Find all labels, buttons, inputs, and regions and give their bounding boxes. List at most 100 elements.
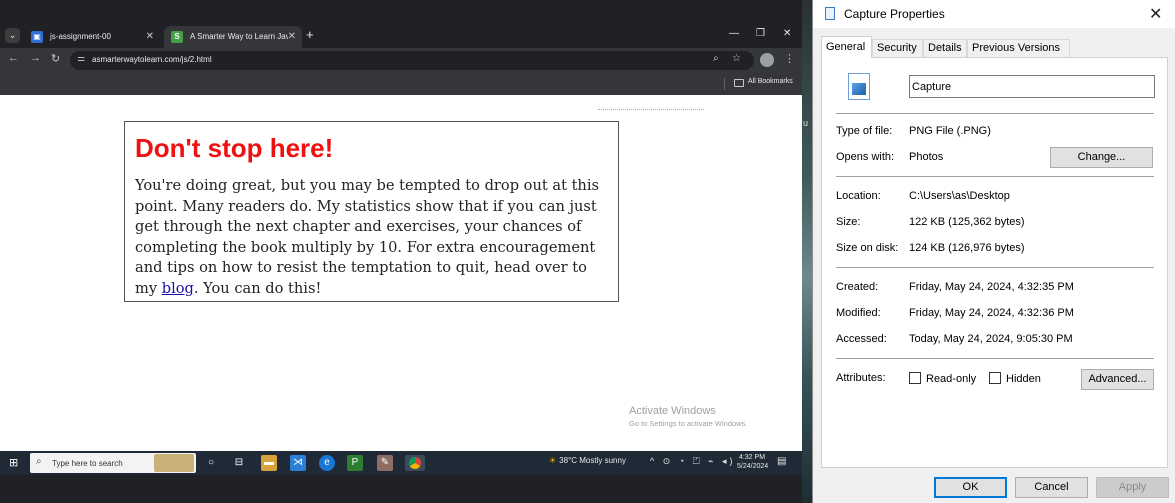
app-icon[interactable]: P <box>347 455 363 471</box>
size-on-disk-value: 124 KB (126,976 bytes) <box>909 242 1025 254</box>
read-only-checkbox[interactable] <box>909 372 921 384</box>
paint-app-icon[interactable]: ✎ <box>377 455 393 471</box>
tab-js-assignment[interactable]: ▣ js-assignment-00 ✕ <box>24 26 160 48</box>
divider <box>836 267 1154 268</box>
watermark-subtitle: Go to Settings to activate Windows. <box>629 419 748 428</box>
desktop-edge-text: u <box>803 118 809 128</box>
close-window-icon[interactable]: ✕ <box>783 28 791 39</box>
type-value: PNG File (.PNG) <box>909 125 991 137</box>
body-text-end: . You can do this! <box>193 279 322 297</box>
browser-window: ⌄ ▣ js-assignment-00 ✕ S A Smarter Way t… <box>0 0 802 503</box>
tab-smarter-way[interactable]: S A Smarter Way to Learn JavaScript ✕ <box>164 26 302 48</box>
cancel-button[interactable]: Cancel <box>1015 477 1088 498</box>
activate-windows-watermark: Activate Windows Go to Settings to activ… <box>629 405 747 428</box>
location-label: Location: <box>836 190 881 202</box>
restore-icon[interactable]: ❐ <box>756 28 765 39</box>
image-thumbnail <box>852 83 866 95</box>
tab-favicon-icon: S <box>171 31 183 43</box>
accessed-value: Today, May 24, 2024, 9:05:30 PM <box>909 333 1073 345</box>
clock-date: 5/24/2024 <box>737 463 769 470</box>
blog-link[interactable]: blog <box>162 280 194 297</box>
tab-previous-versions[interactable]: Previous Versions <box>967 39 1070 57</box>
taskbar-search-box[interactable]: ⌕ Type here to search <box>30 453 196 473</box>
location-value: C:\Users\as\Desktop <box>909 190 1010 202</box>
divider <box>836 358 1154 359</box>
notification-icon[interactable]: ▤ <box>777 456 786 467</box>
minimize-icon[interactable]: — <box>729 28 739 39</box>
ok-button[interactable]: OK <box>934 477 1007 498</box>
watermark-title: Activate Windows <box>629 405 716 417</box>
vscode-icon[interactable]: ⋊ <box>290 455 306 471</box>
file-name-input[interactable] <box>909 75 1155 98</box>
task-view-icon[interactable]: ⊟ <box>231 455 247 471</box>
opens-with-value: Photos <box>909 151 944 163</box>
web-page: Don't stop here! You're doing great, but… <box>0 95 802 451</box>
folder-icon <box>734 79 744 87</box>
change-button[interactable]: Change... <box>1050 147 1153 168</box>
tab-label: js-assignment-00 <box>50 32 111 41</box>
body-text: You're doing great, but you may be tempt… <box>135 176 608 300</box>
page-heading: Don't stop here! <box>135 133 334 163</box>
chrome-icon[interactable] <box>405 455 425 471</box>
system-tray-icons[interactable]: ^ ⊙ ◔ ⏍ ⌁ ◂) <box>650 456 736 467</box>
site-info-icon[interactable]: ⚌ <box>77 53 85 64</box>
tab-close-icon[interactable]: ✕ <box>288 26 296 48</box>
divider <box>598 109 704 110</box>
profile-avatar[interactable] <box>760 53 774 67</box>
type-label: Type of file: <box>836 125 893 137</box>
advanced-button[interactable]: Advanced... <box>1081 369 1154 390</box>
new-tab-plus-icon[interactable]: + <box>306 27 314 42</box>
address-bar: ← → ↻ ⚌ asmarterwaytolearn.com/js/2.html… <box>0 48 802 74</box>
properties-dialog: Capture Properties ✕ General Security De… <box>812 0 1175 503</box>
tab-security[interactable]: Security <box>872 39 923 57</box>
accessed-label: Accessed: <box>836 333 887 345</box>
modified-label: Modified: <box>836 307 881 319</box>
search-highlight-image <box>154 454 194 472</box>
created-label: Created: <box>836 281 879 293</box>
search-placeholder: Type here to search <box>52 459 123 468</box>
read-only-label: Read-only <box>926 373 977 385</box>
weather-text: 38°C Mostly sunny <box>559 456 626 465</box>
size-value: 122 KB (125,362 bytes) <box>909 216 1025 228</box>
tab-close-icon[interactable]: ✕ <box>146 26 154 48</box>
tab-general[interactable]: General <box>821 36 872 58</box>
reload-icon[interactable]: ↻ <box>51 52 60 65</box>
bookmarks-bar: All Bookmarks <box>0 74 802 95</box>
bookmark-star-icon[interactable]: ☆ <box>732 53 741 64</box>
all-bookmarks-link[interactable]: All Bookmarks <box>748 78 793 85</box>
size-label: Size: <box>836 216 861 228</box>
size-on-disk-label: Size on disk: <box>836 242 899 254</box>
divider <box>836 113 1154 114</box>
sun-icon: ☀ <box>549 456 557 465</box>
windows-start-icon[interactable]: ⊞ <box>9 457 21 469</box>
hidden-checkbox[interactable] <box>989 372 1001 384</box>
url-text[interactable]: asmarterwaytolearn.com/js/2.html <box>92 55 212 64</box>
menu-kebab-icon[interactable]: ⋮ <box>784 52 795 65</box>
hidden-label: Hidden <box>1006 373 1041 385</box>
created-value: Friday, May 24, 2024, 4:32:35 PM <box>909 281 1074 293</box>
search-icon: ⌕ <box>36 456 42 467</box>
weather-widget[interactable]: ☀ 38°C Mostly sunny <box>549 456 626 465</box>
tab-details[interactable]: Details <box>923 39 967 57</box>
clock-time: 4:32 PM <box>738 454 766 461</box>
general-panel: Type of file: PNG File (.PNG) Opens with… <box>821 57 1168 468</box>
edge-browser-icon[interactable]: e <box>319 455 335 471</box>
tab-favicon-icon: ▣ <box>31 31 43 43</box>
modified-value: Friday, May 24, 2024, 4:32:36 PM <box>909 307 1074 319</box>
back-arrow-icon[interactable]: ← <box>8 52 19 64</box>
taskbar-clock[interactable]: 4:32 PM 5/24/2024 <box>737 453 769 471</box>
file-explorer-icon[interactable]: ▬ <box>261 455 277 471</box>
divider <box>724 78 725 90</box>
zoom-icon[interactable]: ⌕ <box>713 53 719 64</box>
omnibox[interactable]: ⚌ asmarterwaytolearn.com/js/2.html ⌕ ☆ <box>70 51 754 70</box>
attributes-label: Attributes: <box>836 372 886 384</box>
dialog-title: Capture Properties <box>844 7 945 21</box>
cortana-circle-icon[interactable]: ○ <box>203 455 219 471</box>
tab-search-chevron-icon[interactable]: ⌄ <box>5 28 20 43</box>
png-file-icon <box>848 73 870 100</box>
forward-arrow-icon[interactable]: → <box>30 52 41 64</box>
dialog-titlebar: Capture Properties ✕ <box>813 0 1175 28</box>
apply-button[interactable]: Apply <box>1096 477 1169 498</box>
opens-with-label: Opens with: <box>836 151 895 163</box>
close-icon[interactable]: ✕ <box>1149 4 1162 24</box>
